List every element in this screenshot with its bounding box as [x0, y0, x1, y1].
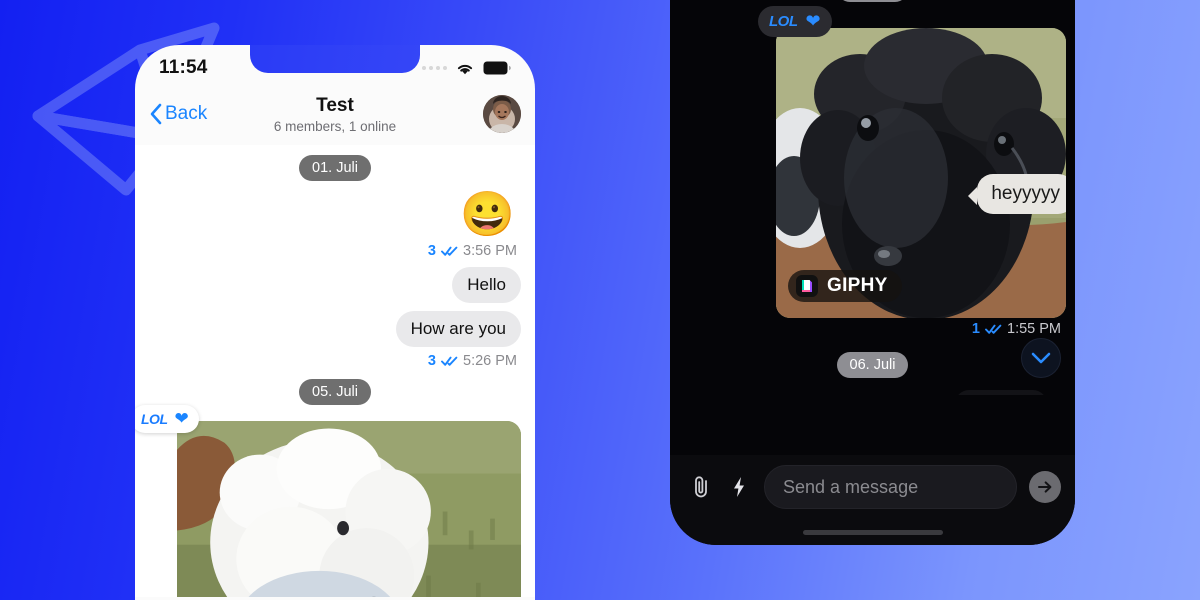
emoji-message[interactable]: 😀: [460, 193, 515, 237]
message-meta: 3 5:26 PM: [149, 353, 517, 369]
avatar[interactable]: [483, 95, 521, 133]
read-count: 3: [427, 243, 436, 259]
message-meta: 3 3:56 PM: [149, 243, 517, 259]
reaction-label: LOL: [141, 411, 168, 427]
quick-action-button[interactable]: [726, 475, 752, 499]
paperclip-icon: [695, 476, 707, 498]
gif-message[interactable]: [177, 421, 521, 597]
status-time: 11:54: [159, 57, 208, 78]
home-indicator: [802, 530, 943, 535]
reaction-badge[interactable]: LOL ❤: [135, 405, 199, 433]
chevron-left-icon: [150, 103, 162, 125]
dark-message-list[interactable]: 3 5:26 PM 05. Juli LOL ❤: [670, 0, 1075, 395]
wifi-icon: [457, 64, 473, 74]
signal-dots-icon: [422, 66, 447, 70]
dark-phone-mockup: 3 5:26 PM 05. Juli LOL ❤: [670, 0, 1075, 545]
heart-icon: ❤: [174, 409, 189, 428]
lightning-bolt-icon: [734, 477, 744, 497]
alpaca-gif-image: [177, 421, 521, 597]
message-input-field[interactable]: [764, 465, 1017, 509]
speech-bubble: heyyyyy: [968, 174, 1066, 214]
partial-message-bubble: [955, 390, 1047, 395]
giphy-logo-icon: [796, 275, 818, 297]
back-button[interactable]: Back: [149, 103, 207, 125]
reaction-label: LOL: [769, 13, 798, 30]
arrow-right-icon: [1037, 481, 1051, 493]
battery-full-icon: [483, 61, 511, 75]
status-bar: 11:54: [135, 45, 535, 91]
scroll-to-bottom-button[interactable]: [1021, 338, 1061, 378]
date-separator: 06. Juli: [836, 352, 909, 378]
heart-icon: ❤: [805, 11, 821, 31]
light-phone-mockup: 11:54 Back Test 6 members, 1 online 01. …: [135, 45, 535, 600]
message-bubble[interactable]: Hello: [452, 267, 521, 303]
message-meta: 1 1:55 PM: [972, 321, 1061, 337]
attach-button[interactable]: [688, 475, 714, 499]
gif-message[interactable]: GIPHY heyyyyy: [776, 28, 1066, 318]
gif-message-group: LOL ❤: [135, 405, 521, 597]
message-input[interactable]: [783, 476, 998, 498]
date-separator: 01. Juli: [299, 155, 371, 181]
nav-bar: Back Test 6 members, 1 online: [135, 91, 535, 145]
back-label: Back: [165, 103, 208, 124]
message-bubble[interactable]: How are you: [395, 311, 521, 347]
date-separator: 05. Juli: [836, 0, 909, 2]
double-check-icon: [441, 246, 458, 256]
send-button[interactable]: [1029, 471, 1061, 503]
read-count: 3: [427, 353, 436, 369]
reaction-badge[interactable]: LOL ❤: [758, 6, 832, 37]
light-message-list[interactable]: 01. Juli 😀 3 3:56 PM Hello How are you 3…: [135, 145, 535, 597]
message-time: 5:26 PM: [463, 353, 517, 369]
message-time: 1:55 PM: [1007, 321, 1061, 337]
message-time: 3:56 PM: [463, 243, 517, 259]
chevron-down-icon: [1031, 352, 1051, 364]
double-check-icon: [441, 356, 458, 366]
read-count: 1: [971, 321, 980, 337]
double-check-icon: [985, 324, 1002, 334]
giphy-label: GIPHY: [827, 275, 888, 296]
avatar-photo: [483, 95, 521, 133]
giphy-attribution[interactable]: GIPHY: [788, 270, 902, 302]
date-separator: 05. Juli: [299, 379, 371, 405]
